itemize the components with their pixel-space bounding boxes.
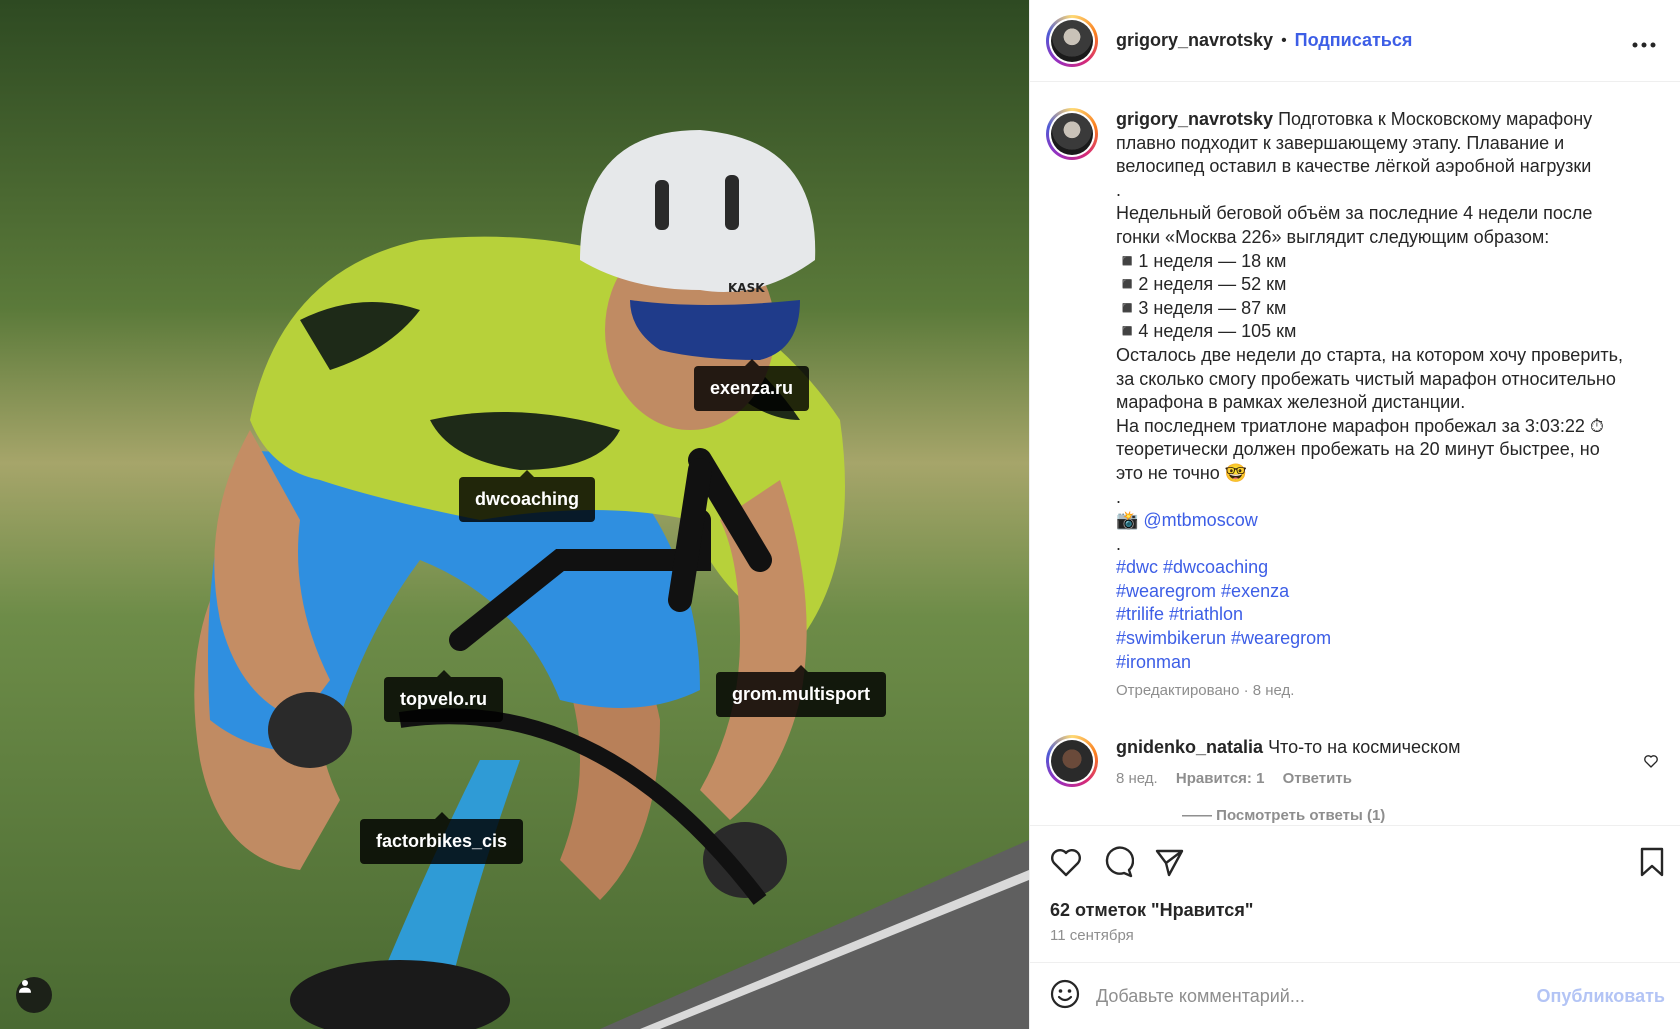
hashtag-link[interactable]: #trilife #triathlon (1116, 603, 1661, 627)
photo-tag[interactable]: dwcoaching (459, 470, 596, 522)
mention-link[interactable]: 📸 @mtbmoscow (1116, 509, 1661, 533)
caption-line: . (1116, 179, 1122, 200)
avatar[interactable] (1046, 108, 1098, 160)
like-comment-icon[interactable] (1643, 753, 1659, 774)
caption-line: . (1116, 486, 1122, 507)
more-options-icon[interactable] (1632, 27, 1664, 55)
caption-line: ◾️4 неделя — 105 км (1116, 321, 1297, 342)
caption-text: grigory_navrotsky Подготовка к Московско… (1116, 108, 1661, 674)
comments-area[interactable]: grigory_navrotsky Подготовка к Московско… (1030, 83, 1680, 825)
avatar[interactable] (1046, 14, 1098, 67)
post-header: grigory_navrotsky • Подписаться (1030, 0, 1680, 82)
avatar[interactable] (1046, 735, 1098, 788)
author-username[interactable]: grigory_navrotsky (1116, 30, 1273, 51)
bookmark-icon[interactable] (1639, 847, 1665, 877)
caption-line: это не точно 🤓 (1116, 462, 1248, 483)
caption-line: ◾️2 неделя — 52 км (1116, 274, 1287, 295)
publish-button[interactable]: Опубликовать (1536, 986, 1665, 1007)
photo-tag[interactable]: topvelo.ru (384, 670, 504, 722)
comment-username[interactable]: gnidenko_natalia (1116, 737, 1263, 757)
post-photo[interactable]: KASK exenza.ru dwcoaching topvelo.ru gro… (0, 0, 1029, 1029)
caption-line: . (1116, 533, 1122, 554)
hashtag-link[interactable]: #wearegrom #exenza (1116, 580, 1661, 604)
caption-meta: Отредактировано · 8 нед. (1116, 682, 1295, 700)
caption: grigory_navrotsky Подготовка к Московско… (1046, 108, 1665, 674)
comment-text: Что-то на космическом (1268, 737, 1461, 758)
caption-line: марафона в рамках железной дистанции. (1116, 392, 1466, 413)
follow-button[interactable]: Подписаться (1295, 30, 1413, 51)
comment-likes[interactable]: Нравится: 1 (1176, 770, 1265, 787)
caption-line: Недельный беговой объём за последние 4 н… (1116, 203, 1593, 224)
comment-input[interactable] (1096, 985, 1516, 1007)
user-tags-button[interactable] (16, 977, 52, 1013)
likes-count[interactable]: 62 отметок "Нравится" (1050, 900, 1665, 921)
caption-username[interactable]: grigory_navrotsky (1116, 109, 1273, 129)
caption-line: гонки «Москва 226» выглядит следующим об… (1116, 226, 1550, 247)
photo-tag[interactable]: factorbikes_cis (360, 812, 524, 864)
post-actions: 62 отметок "Нравится" 11 сентября (1030, 825, 1680, 944)
view-replies-button[interactable]: —— Посмотреть ответы (1) (1182, 807, 1665, 824)
caption-line: ◾️1 неделя — 18 км (1116, 250, 1287, 271)
like-icon[interactable] (1050, 847, 1082, 877)
comment-time[interactable]: 8 нед. (1116, 770, 1158, 787)
share-icon[interactable] (1154, 847, 1184, 877)
caption-line: Осталось две недели до старта, на которо… (1116, 344, 1624, 365)
comment: gnidenko_natalia Что-то на космическом 8… (1046, 735, 1665, 791)
separator-dot: • (1281, 31, 1287, 49)
helmet-brand: KASK (728, 281, 765, 295)
emoji-icon[interactable] (1050, 979, 1080, 1014)
caption-line: теоретически должен пробежать на 20 мину… (1116, 439, 1600, 460)
comment-icon[interactable] (1102, 846, 1134, 878)
caption-line: Подготовка к Московскому марафону (1278, 109, 1593, 129)
caption-line: На последнем триатлоне марафон пробежал … (1116, 415, 1604, 436)
caption-line: плавно подходит к завершающему этапу. Пл… (1116, 132, 1565, 153)
hashtag-link[interactable]: #swimbikerun #wearegrom (1116, 627, 1661, 651)
add-comment-bar: Опубликовать (1030, 962, 1680, 1029)
hashtag-link[interactable]: #dwc #dwcoaching (1116, 556, 1661, 580)
hashtag-link[interactable]: #ironman (1116, 651, 1661, 675)
post-date[interactable]: 11 сентября (1050, 927, 1665, 944)
user-icon (19, 980, 31, 993)
post-sidebar: grigory_navrotsky • Подписаться grigory_… (1029, 0, 1680, 1029)
caption-line: велосипед оставил в качестве лёгкой аэро… (1116, 156, 1592, 177)
reply-button[interactable]: Ответить (1283, 770, 1352, 787)
photo-tag[interactable]: exenza.ru (694, 359, 810, 411)
caption-line: за сколько смогу пробежать чистый марафо… (1116, 368, 1616, 389)
photo-tag[interactable]: grom.multisport (716, 665, 886, 717)
caption-line: ◾️3 неделя — 87 км (1116, 297, 1287, 318)
